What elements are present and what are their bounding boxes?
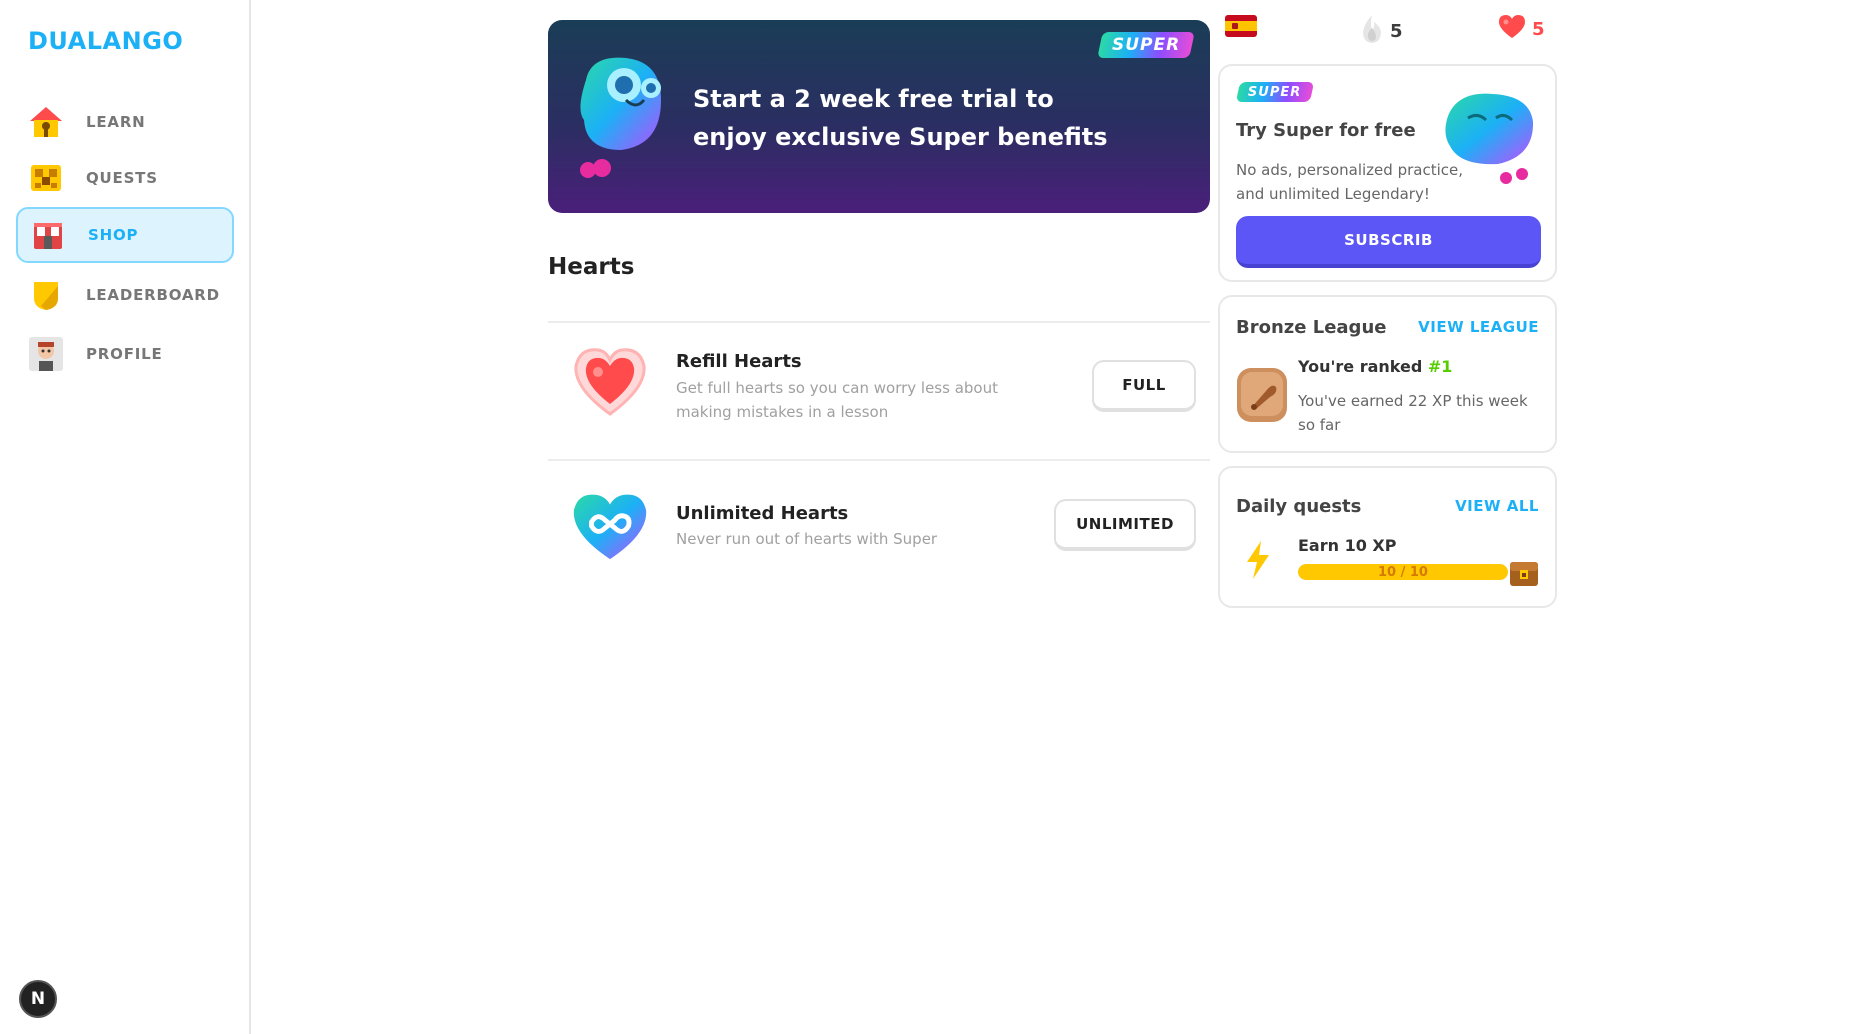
refill-hearts-button[interactable]: FULL	[1092, 360, 1196, 412]
sidebar-item-label: LEADERBOARD	[86, 286, 220, 304]
treasure-chest-icon	[28, 160, 64, 196]
daily-quests-title: Daily quests	[1236, 496, 1362, 517]
league-title: Bronze League	[1236, 317, 1387, 338]
owl-mascot-icon	[1438, 86, 1540, 190]
sidebar-item-learn[interactable]: LEARN	[16, 94, 234, 150]
sidebar-item-quests[interactable]: QUESTS	[16, 150, 234, 206]
rank-prefix: You're ranked	[1298, 357, 1428, 376]
hearts-count: 5	[1532, 18, 1545, 40]
rank-line: You're ranked #1	[1298, 357, 1452, 376]
banner-title: Start a 2 week free trial to enjoy exclu…	[693, 85, 1108, 151]
super-card-title: Try Super for free	[1236, 120, 1416, 141]
refill-hearts-title: Refill Hearts	[676, 351, 802, 372]
sidebar-item-profile[interactable]: PROFILE	[16, 326, 234, 382]
reward-chest-icon	[1508, 556, 1540, 592]
unlimited-hearts-title: Unlimited Hearts	[676, 503, 849, 524]
refill-hearts-description: Get full hearts so you can worry less ab…	[676, 379, 998, 421]
spain-flag-icon[interactable]	[1225, 15, 1257, 37]
super-card-description: No ads, personalized practice, and unlim…	[1236, 161, 1463, 203]
streak-count: 5	[1390, 21, 1403, 42]
view-league-link[interactable]: VIEW LEAGUE	[1418, 318, 1539, 336]
infinity-heart-icon	[570, 486, 650, 566]
view-all-quests-link[interactable]: VIEW ALL	[1455, 497, 1539, 515]
super-badge: SUPER	[1097, 32, 1195, 58]
hearts-counter[interactable]: 5	[1498, 14, 1545, 44]
bronze-league-icon	[1236, 367, 1288, 427]
daily-quests-card: Daily quests VIEW ALL Earn 10 XP 10 / 10	[1218, 466, 1557, 608]
sidebar-item-shop[interactable]: SHOP	[16, 207, 234, 263]
rank-value: #1	[1427, 357, 1453, 376]
house-icon	[28, 104, 64, 140]
lightning-icon	[1244, 540, 1272, 584]
league-card: Bronze League VIEW LEAGUE You're ranked …	[1218, 295, 1557, 453]
dev-tools-badge[interactable]: N	[19, 980, 57, 1018]
unlimited-hearts-button[interactable]: UNLIMITED	[1054, 499, 1196, 551]
shield-icon	[28, 277, 64, 313]
sidebar-item-leaderboard[interactable]: LEADERBOARD	[16, 267, 234, 323]
super-trial-card: SUPER Try Super for free No ads, persona…	[1218, 64, 1557, 282]
heart-refill-icon	[570, 342, 650, 422]
quest-progress-text: 10 / 10	[1378, 564, 1428, 580]
super-badge: SUPER	[1235, 82, 1315, 102]
avatar-icon	[28, 336, 64, 372]
subscribe-button[interactable]: SUBSCRIB	[1236, 216, 1541, 268]
divider	[548, 321, 1210, 323]
sidebar-item-label: SHOP	[88, 226, 139, 244]
section-title-hearts: Hearts	[548, 254, 635, 280]
quest-progress-bar: 10 / 10	[1298, 564, 1508, 580]
xp-earned-text: You've earned 22 XP this week so far	[1298, 392, 1528, 434]
quest-title: Earn 10 XP	[1298, 536, 1397, 555]
app-logo[interactable]: DUALANGO	[28, 27, 183, 55]
shop-icon	[30, 217, 66, 253]
unlimited-hearts-description: Never run out of hearts with Super	[676, 530, 938, 548]
sidebar-item-label: QUESTS	[86, 169, 158, 187]
super-promo-banner[interactable]: SUPER Start a 2 week free trial to enjoy…	[548, 20, 1210, 213]
sidebar-item-label: LEARN	[86, 113, 146, 131]
flame-icon	[1360, 14, 1384, 49]
sidebar: DUALANGO LEARN QUESTS SHOP LEADERBOARD P…	[0, 0, 251, 1034]
divider	[548, 459, 1210, 461]
owl-mascot-icon	[566, 50, 676, 184]
sidebar-item-label: PROFILE	[86, 345, 163, 363]
streak-counter[interactable]: 5	[1360, 14, 1403, 49]
heart-icon	[1498, 14, 1526, 44]
stats-bar: 5 5	[1222, 12, 1562, 46]
